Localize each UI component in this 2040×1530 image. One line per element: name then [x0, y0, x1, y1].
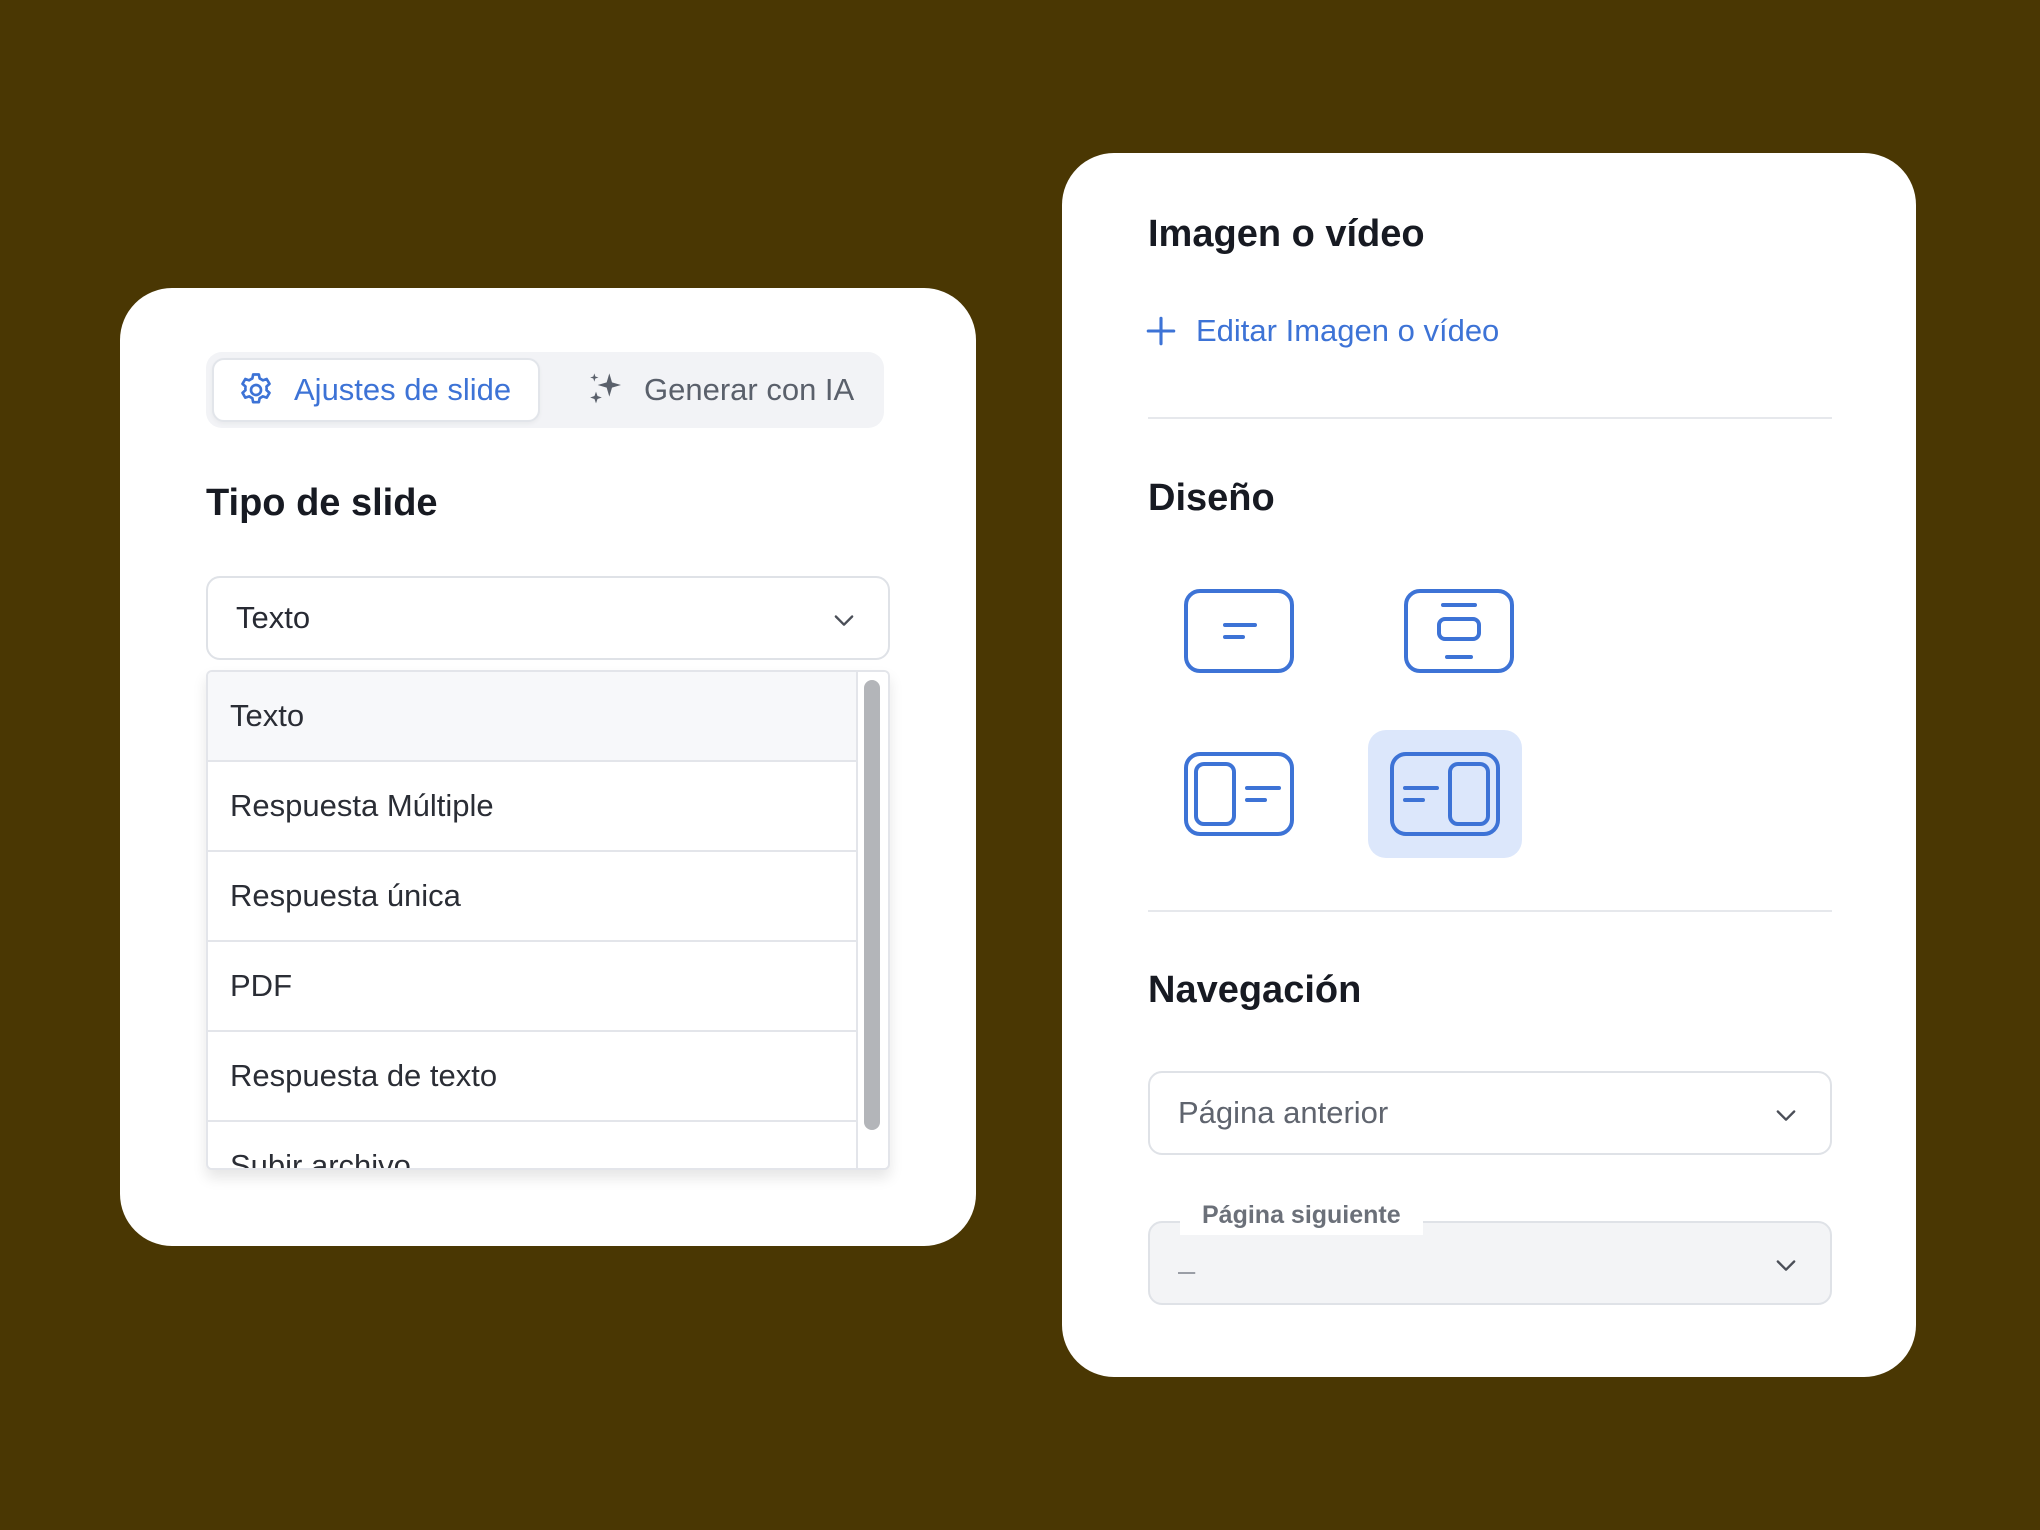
slide-settings-card: Ajustes de slide Generar con IA Tipo de …: [120, 288, 976, 1246]
layout-text-with-media-button[interactable]: [1382, 567, 1536, 695]
edit-media-label: Editar Imagen o vídeo: [1196, 313, 1500, 348]
tab-slide-settings-label: Ajustes de slide: [294, 372, 512, 407]
chevron-down-icon: [1776, 1260, 1796, 1271]
slide-type-title: Tipo de slide: [206, 482, 438, 524]
navigation-section-title: Navegación: [1148, 969, 1362, 1011]
media-section-title: Imagen o vídeo: [1148, 213, 1425, 255]
option-pdf[interactable]: PDF: [208, 942, 858, 1032]
divider: [1148, 417, 1832, 419]
layout-text-centered-icon: [1184, 589, 1294, 673]
layout-text-centered-button[interactable]: [1162, 567, 1316, 695]
divider: [1148, 910, 1832, 912]
chevron-down-icon: [1776, 1110, 1796, 1121]
option-respuesta-de-texto[interactable]: Respuesta de texto: [208, 1032, 858, 1122]
dropdown-options: Texto Respuesta Múltiple Respuesta única…: [208, 672, 858, 1168]
option-texto[interactable]: Texto: [208, 672, 858, 762]
chevron-down-icon: [834, 615, 854, 626]
settings-tab-bar: Ajustes de slide Generar con IA: [206, 352, 884, 428]
tab-generate-ai-label: Generar con IA: [644, 372, 855, 407]
tab-generate-ai[interactable]: Generar con IA: [564, 358, 884, 422]
next-page-select[interactable]: Página siguiente –: [1148, 1195, 1832, 1305]
slide-type-value: Texto: [236, 600, 311, 635]
option-respuesta-multiple[interactable]: Respuesta Múltiple: [208, 762, 858, 852]
previous-page-value: Página anterior: [1178, 1095, 1389, 1130]
sparkles-icon: [590, 373, 621, 404]
previous-page-select[interactable]: Página anterior: [1148, 1071, 1832, 1155]
layout-media-right-icon: [1390, 752, 1500, 836]
option-subir-archivo[interactable]: Subir archivo: [208, 1122, 858, 1168]
scrollbar-thumb[interactable]: [864, 680, 880, 1130]
dropdown-scrollbar[interactable]: [856, 672, 888, 1168]
slide-type-dropdown: Texto Respuesta Múltiple Respuesta única…: [206, 670, 890, 1170]
layout-text-with-media-icon: [1404, 589, 1514, 673]
gear-icon: [241, 373, 271, 404]
next-page-value: –: [1178, 1253, 1196, 1288]
layout-media-right-button[interactable]: [1368, 730, 1522, 858]
slide-panel-card: Imagen o vídeo Editar Imagen o vídeo Dis…: [1062, 153, 1916, 1377]
plus-icon: [1146, 316, 1176, 346]
tab-slide-settings[interactable]: Ajustes de slide: [212, 358, 540, 422]
next-page-label: Página siguiente: [1180, 1195, 1423, 1235]
layout-media-left-button[interactable]: [1162, 730, 1316, 858]
design-section-title: Diseño: [1148, 477, 1275, 519]
layout-media-left-icon: [1184, 752, 1294, 836]
option-respuesta-unica[interactable]: Respuesta única: [208, 852, 858, 942]
edit-media-button[interactable]: Editar Imagen o vídeo: [1144, 313, 1499, 349]
slide-type-select[interactable]: Texto: [206, 576, 890, 660]
